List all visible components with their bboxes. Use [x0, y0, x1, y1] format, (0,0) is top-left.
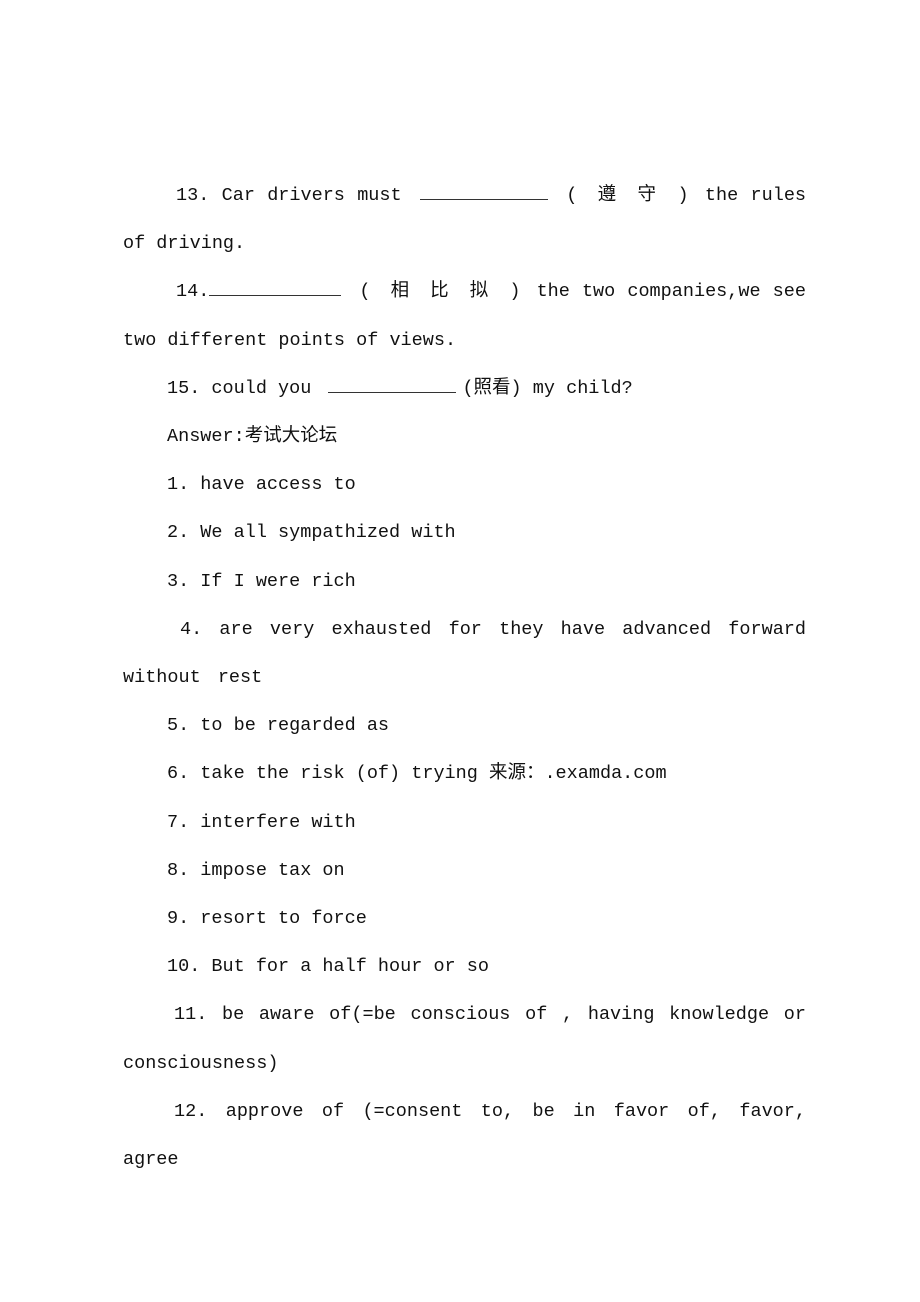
answer-item-5: 5. to be regarded as: [167, 715, 390, 737]
answer-item-6: 6. take the risk (of) trying 来源：.examda.…: [167, 763, 667, 785]
question-number: 14.: [176, 281, 210, 303]
question-number: 13.: [176, 185, 210, 206]
answer-item-10: 10. But for a half hour or so: [167, 956, 489, 978]
answer-item-8: 8. impose tax on: [167, 859, 345, 881]
question-13: 13. Car drivers must ( 遵 守 ) the rules o…: [123, 172, 806, 268]
answer-blank: [419, 181, 548, 200]
answer-item-9: 9. resort to force: [167, 908, 367, 930]
chinese-hint: ( 遵 守 ): [566, 185, 693, 206]
answer-blank: [328, 374, 457, 393]
answer-item-11: 11. be aware of(=be conscious of , havin…: [123, 1004, 806, 1074]
chinese-hint: (照看): [462, 377, 522, 399]
answer-item-2: 2. We all sympathized with: [167, 522, 456, 544]
answer-heading: Answer:考试大论坛: [167, 426, 338, 448]
question-number: 15.: [167, 377, 201, 399]
question-15: 15. could you (照看) my child?: [123, 365, 806, 413]
answer-item-4: 4. are very exhausted for they have adva…: [123, 618, 806, 689]
answer-item-12: 12. approve of (=consent to, be in favor…: [123, 1100, 806, 1171]
question-14: 14. ( 相 比 拟 ) the two companies,we see t…: [123, 268, 806, 364]
answer-item-1: 1. have access to: [167, 474, 356, 496]
question-text-before: Car drivers must: [221, 185, 402, 206]
chinese-hint: ( 相 比 拟 ): [359, 281, 525, 303]
answer-item-7: 7. interfere with: [167, 811, 356, 833]
question-text-before: could you: [211, 377, 312, 399]
answer-blank: [209, 277, 342, 297]
document-page: 13. Car drivers must ( 遵 守 ) the rules o…: [123, 172, 806, 1184]
answer-item-3: 3. If I were rich: [167, 570, 356, 592]
question-text-after: my child?: [532, 377, 633, 399]
